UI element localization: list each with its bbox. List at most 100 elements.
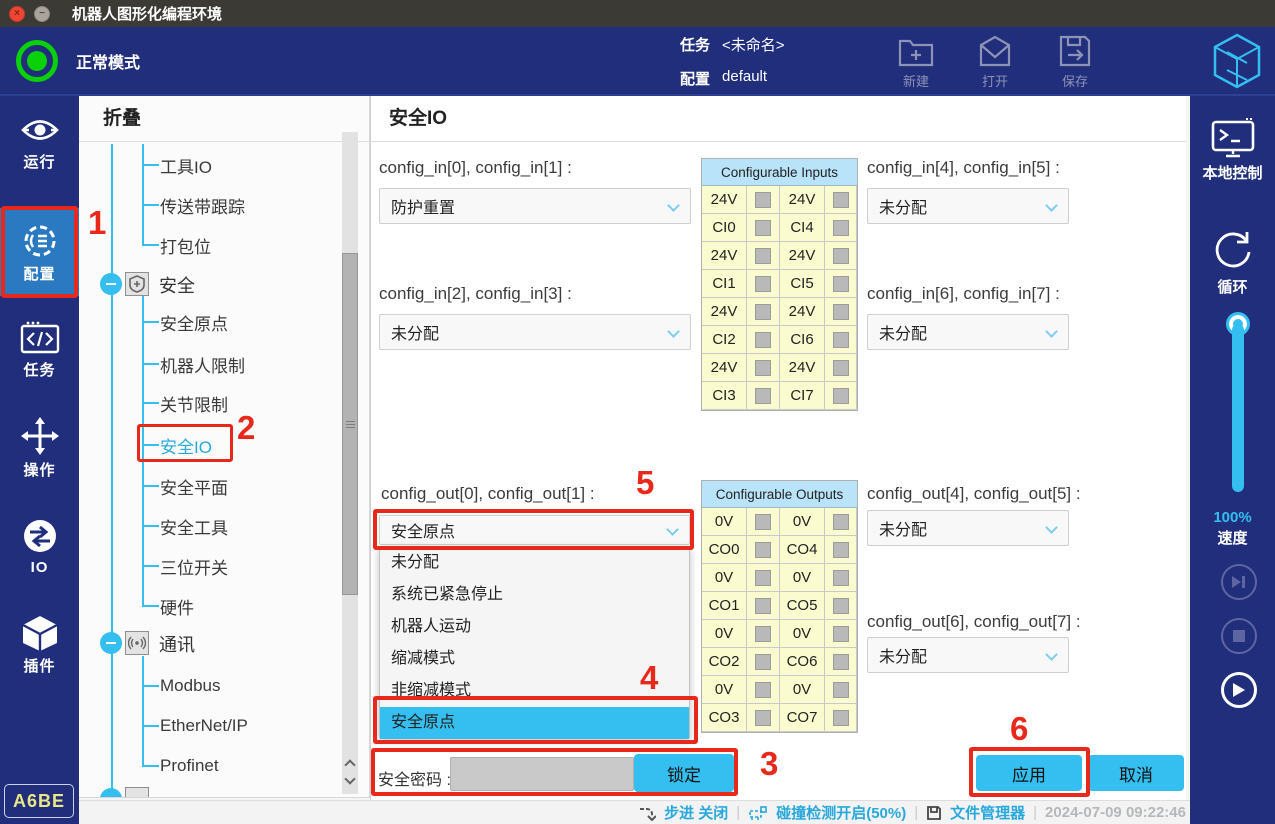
tree-trunk-line [111, 144, 113, 798]
left-nav-bar: 运行 配置 任务 操作 IO 插件 A6BE [0, 96, 79, 824]
config-out-67-dropdown[interactable]: 未分配 [867, 637, 1069, 673]
tree-item-safety-io[interactable]: 安全IO [160, 432, 212, 458]
output-indicator [825, 676, 857, 704]
tree-item-profinet[interactable]: Profinet [160, 753, 219, 779]
open-button[interactable]: 打开 [963, 33, 1027, 90]
local-control-button[interactable]: 本地控制 [1190, 118, 1275, 183]
tree-item-joint-limit[interactable]: 关节限制 [160, 390, 228, 416]
collapse-node-icon[interactable] [100, 273, 122, 295]
tree-item-conveyor[interactable]: 传送带跟踪 [160, 192, 245, 218]
sidebar-label-io: IO [0, 559, 79, 576]
option-non-reduced-mode[interactable]: 非缩减模式 [380, 675, 689, 707]
config-in-45-dropdown[interactable]: 未分配 [867, 188, 1069, 224]
option-robot-moving[interactable]: 机器人运动 [380, 611, 689, 643]
output-indicator [825, 620, 857, 648]
output-indicator [747, 648, 780, 676]
tree-scrollbar[interactable] [342, 132, 358, 794]
output-indicator [747, 620, 780, 648]
apply-button[interactable]: 应用 [976, 755, 1082, 791]
close-icon[interactable]: × [9, 6, 25, 22]
safety-password-input[interactable] [450, 757, 634, 791]
option-safe-home-selected[interactable]: 安全原点 [380, 707, 689, 739]
tree-scrollbar-thumb[interactable] [342, 253, 358, 595]
right-control-bar: 本地控制 循环 100% 速度 [1190, 96, 1275, 824]
tree-item-three-position-switch[interactable]: 三位开关 [160, 553, 228, 579]
config-in-23-dropdown[interactable]: 未分配 [379, 314, 691, 350]
play-button[interactable] [1221, 672, 1257, 708]
step-forward-button[interactable] [1221, 564, 1257, 600]
window-title: 机器人图形化编程环境 [72, 3, 222, 24]
config-value: default [722, 68, 767, 89]
minimize-icon[interactable]: − [34, 6, 50, 22]
tree-item-pack[interactable]: 打包位 [160, 232, 211, 258]
tree-item-safety-plane[interactable]: 安全平面 [160, 473, 228, 499]
output-indicator [825, 564, 857, 592]
gear-icon [20, 222, 60, 260]
scroll-up-icon[interactable] [343, 758, 357, 768]
outputs-table-title: Configurable Outputs [702, 481, 857, 508]
chevron-down-icon [1045, 199, 1058, 212]
tree-item-robot-limit[interactable]: 机器人限制 [160, 351, 245, 377]
config-in-01-dropdown[interactable]: 防护重置 [379, 188, 691, 224]
scroll-down-icon[interactable] [343, 776, 357, 786]
group-icon [125, 787, 149, 798]
status-bar: 步进 关闭 | 碰撞检测开启(50%) | 文件管理器 | 2024-07-09… [79, 800, 1190, 824]
mode-label: 正常模式 [76, 49, 140, 73]
safety-password-label: 安全密码 : [378, 766, 451, 790]
sidebar-item-plugin[interactable]: 插件 [0, 614, 79, 676]
chevron-down-icon [1045, 521, 1058, 534]
configurable-outputs-table: Configurable Outputs 0V0V CO0CO4 0V0V CO… [701, 480, 858, 733]
tree-item-tool-io[interactable]: 工具IO [160, 152, 212, 178]
option-estop[interactable]: 系统已紧急停止 [380, 579, 689, 611]
titlebar: × − 机器人图形化编程环境 [0, 0, 1275, 27]
loop-button[interactable]: 循环 [1190, 224, 1275, 297]
config-out-45-dropdown[interactable]: 未分配 [867, 510, 1069, 546]
option-unassigned[interactable]: 未分配 [380, 547, 689, 579]
lock-button[interactable]: 锁定 [634, 754, 734, 792]
config-in-67-dropdown[interactable]: 未分配 [867, 314, 1069, 350]
config-out-01-dropdown[interactable]: 安全原点 [379, 515, 690, 545]
open-file-icon [976, 33, 1014, 69]
tree-item-safe-home[interactable]: 安全原点 [160, 309, 228, 335]
config-out-45-label: config_out[4], config_out[5] : [867, 484, 1081, 504]
tree-item-modbus[interactable]: Modbus [160, 673, 220, 699]
collision-detect-status[interactable]: 碰撞检测开启(50%) [776, 802, 906, 823]
tree-collapse-header[interactable]: 折叠 [79, 96, 369, 142]
input-indicator [747, 214, 780, 242]
option-reduced-mode[interactable]: 缩减模式 [380, 643, 689, 675]
collapse-node-icon[interactable] [100, 632, 122, 654]
task-value: <未命名> [722, 34, 785, 55]
sidebar-item-task[interactable]: 任务 [0, 320, 79, 380]
sidebar-label-config: 配置 [0, 263, 79, 284]
shield-icon [125, 272, 149, 296]
tree-item-safety-tool[interactable]: 安全工具 [160, 513, 228, 539]
play-icon [1232, 682, 1246, 698]
tree-item-ethernet-ip[interactable]: EtherNet/IP [160, 713, 248, 739]
step-mode-status[interactable]: 步进 关闭 [664, 802, 728, 823]
file-manager-icon [926, 805, 942, 821]
sidebar-item-io[interactable]: IO [0, 516, 79, 576]
speed-slider-track[interactable] [1232, 324, 1244, 492]
output-indicator [747, 536, 780, 564]
output-indicator [747, 704, 780, 732]
output-indicator [747, 676, 780, 704]
file-manager-link[interactable]: 文件管理器 [950, 802, 1025, 823]
tree-group-partial[interactable] [79, 786, 369, 798]
tree-item-hardware[interactable]: 硬件 [160, 593, 194, 619]
sidebar-item-operate[interactable]: 操作 [0, 416, 79, 480]
chevron-down-icon [1045, 648, 1058, 661]
io-arrows-icon [20, 516, 60, 556]
new-button[interactable]: 新建 [884, 33, 948, 90]
tree-branch-line [142, 656, 144, 766]
input-indicator [747, 382, 780, 410]
tree-group-safety[interactable]: 安全 [79, 271, 369, 297]
input-indicator [825, 270, 857, 298]
input-indicator [747, 298, 780, 326]
loop-label: 循环 [1190, 276, 1275, 297]
save-button[interactable]: 保存 [1043, 33, 1107, 90]
tree-group-comm[interactable]: 通讯 [79, 630, 369, 656]
sidebar-item-config[interactable]: 配置 [0, 208, 79, 296]
cancel-button[interactable]: 取消 [1088, 755, 1184, 791]
sidebar-item-run[interactable]: 运行 [0, 112, 79, 172]
stop-button[interactable] [1221, 618, 1257, 654]
